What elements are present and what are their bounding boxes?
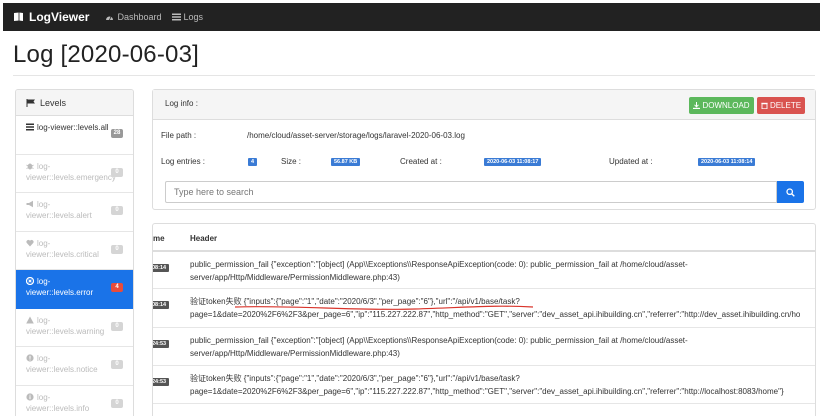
sidebar-item-emergency[interactable]: log-viewer::levels.emergency 0 — [16, 155, 133, 193]
time-badge: 24:53 — [153, 340, 170, 348]
log-text: public_permission_fail {"exception":"[ob… — [190, 259, 810, 284]
count-badge: 0 — [111, 167, 123, 177]
table-row[interactable]: 08:14 验证token失败 {"inputs":{"page":"1","d… — [153, 289, 815, 328]
sidebar-item-warning[interactable]: log-viewer::levels.warning 0 — [16, 309, 133, 347]
time-badge: 24:53 — [153, 378, 170, 386]
bullhorn-icon — [26, 200, 33, 208]
count-badge: 0 — [111, 360, 123, 369]
table-header-row: me Header — [153, 224, 815, 252]
title-divider — [13, 75, 815, 76]
top-navbar: LogViewer Dashboard Logs — [3, 3, 820, 31]
download-button[interactable]: DOWNLOAD — [689, 97, 754, 114]
size-label: Size : — [281, 157, 302, 166]
search-placeholder: Type here to search — [174, 187, 254, 197]
updated-at-badge: 2020-06-03 11:08:14 — [698, 158, 756, 166]
flag-icon — [26, 98, 35, 107]
time-badge: 08:14 — [153, 301, 170, 309]
bug-icon — [26, 163, 34, 169]
table-row[interactable]: 08:14 public_permission_fail {"exception… — [153, 252, 815, 289]
levels-header-label: Levels — [40, 97, 67, 108]
time-badge: 08:14 — [153, 264, 170, 272]
sidebar-item-critical[interactable]: log-viewer::levels.critical 0 — [16, 232, 133, 270]
app-frame: LogViewer Dashboard Logs Log [2020-06-03… — [3, 3, 820, 416]
log-entries-table: me Header 08:14 public_permission_fail {… — [152, 223, 816, 416]
log-entries-label: Log entries : — [161, 157, 206, 166]
sidebar-item-notice[interactable]: log-viewer::levels.notice 0 — [16, 347, 133, 386]
count-badge: 0 — [111, 398, 123, 408]
log-text: 验证token失败 {"inputs":{"page":"1","date":"… — [190, 373, 810, 398]
table-row[interactable]: 24:53 验证token失败 {"inputs":{"page":"1","d… — [153, 366, 815, 404]
log-line: server/app/Http/Middleware/PermissionMid… — [190, 272, 400, 282]
log-info-panel: Log info : DOWNLOAD DELETE File path : /… — [152, 89, 816, 210]
levels-header: Levels — [16, 90, 133, 116]
log-entries-badge: 4 — [248, 158, 258, 166]
page-title: Log [2020-06-03] — [13, 41, 200, 68]
log-line: 验证token失败 {"inputs":{"page":"1","date":"… — [190, 374, 520, 383]
levels-sidebar: Levels log-viewer::levels.all 28 log-vie… — [15, 89, 134, 416]
nav-link-dashboard[interactable]: Dashboard — [105, 12, 162, 22]
sidebar-item-label: log-viewer::levels.info — [26, 392, 90, 413]
sidebar-item-label: log-viewer::levels.critical — [26, 238, 99, 259]
brand-logo[interactable]: LogViewer — [13, 10, 89, 24]
dashboard-icon — [106, 16, 114, 21]
trash-icon — [761, 102, 768, 109]
log-line: server/app/Http/Middleware/PermissionMid… — [190, 348, 400, 358]
brand-label: LogViewer — [29, 10, 90, 24]
log-line: page=1&date=2020%2F6%2F3&per_page=6","ip… — [190, 309, 801, 319]
column-header-header[interactable]: Header — [190, 234, 217, 243]
table-row[interactable]: 24:53 public_permission_fail {"exception… — [153, 328, 815, 366]
book-icon — [14, 12, 23, 21]
sidebar-item-label: log-viewer::levels.alert — [26, 200, 92, 220]
count-badge: 0 — [111, 244, 123, 254]
download-icon — [693, 102, 701, 109]
sidebar-item-all[interactable]: log-viewer::levels.all 28 — [16, 116, 133, 155]
search-icon — [786, 187, 795, 197]
created-at-label: Created at : — [400, 157, 442, 166]
nav-link-dashboard-label: Dashboard — [117, 12, 162, 22]
log-line: page=1&date=2020%2F6%2F3&per_page=6","ip… — [190, 386, 784, 396]
log-line: 验证token失败 {"inputs":{"page":"1","date":"… — [190, 297, 520, 306]
sidebar-item-label: log-viewer::levels.notice — [26, 354, 98, 374]
size-badge: 56.87 KB — [331, 158, 361, 166]
heartbeat-icon — [26, 239, 34, 246]
delete-button[interactable]: DELETE — [757, 97, 805, 114]
file-path-label: File path : — [161, 131, 197, 140]
exclamation-circle-icon — [26, 354, 34, 362]
sidebar-item-label: log-viewer::levels.error — [26, 277, 94, 297]
list-icon — [171, 13, 181, 21]
log-line: public_permission_fail {"exception":"[ob… — [190, 260, 688, 269]
warning-icon — [26, 316, 34, 323]
nav-link-logs-label: Logs — [183, 12, 204, 22]
log-info-title: Log info : — [165, 99, 198, 108]
count-badge: 4 — [111, 283, 123, 292]
sidebar-item-info[interactable]: log-viewer::levels.info 0 — [16, 386, 133, 417]
file-path-value: /home/cloud/asset-server/storage/logs/la… — [247, 131, 465, 140]
count-badge: 0 — [111, 321, 123, 331]
created-at-badge: 2020-06-03 11:08:17 — [484, 158, 542, 166]
log-text: public_permission_fail {"exception":"[ob… — [190, 335, 810, 360]
list-icon — [26, 123, 34, 131]
count-badge: 28 — [111, 129, 123, 138]
info-circle-icon — [26, 392, 34, 401]
times-circle-icon — [26, 277, 34, 285]
download-label: DOWNLOAD — [702, 101, 750, 110]
sidebar-item-label: log-viewer::levels.warning — [26, 315, 105, 336]
log-text: 验证token失败 {"inputs":{"page":"1","date":"… — [190, 296, 810, 321]
search-button[interactable] — [777, 181, 804, 203]
sidebar-item-label: log-viewer::levels.emergency — [26, 161, 116, 182]
count-badge: 0 — [111, 206, 123, 215]
delete-label: DELETE — [769, 101, 802, 110]
log-info-header: Log info : DOWNLOAD DELETE — [153, 90, 815, 120]
nav-link-logs[interactable]: Logs — [171, 12, 204, 22]
sidebar-item-label: log-viewer::levels.all — [37, 123, 109, 132]
log-line: public_permission_fail {"exception":"[ob… — [190, 336, 688, 345]
column-header-time[interactable]: me — [153, 234, 165, 243]
updated-at-label: Updated at : — [609, 157, 653, 166]
search-input[interactable]: Type here to search — [165, 181, 777, 203]
sidebar-item-error[interactable]: log-viewer::levels.error 4 — [16, 270, 133, 309]
sidebar-item-alert[interactable]: log-viewer::levels.alert 0 — [16, 193, 133, 232]
